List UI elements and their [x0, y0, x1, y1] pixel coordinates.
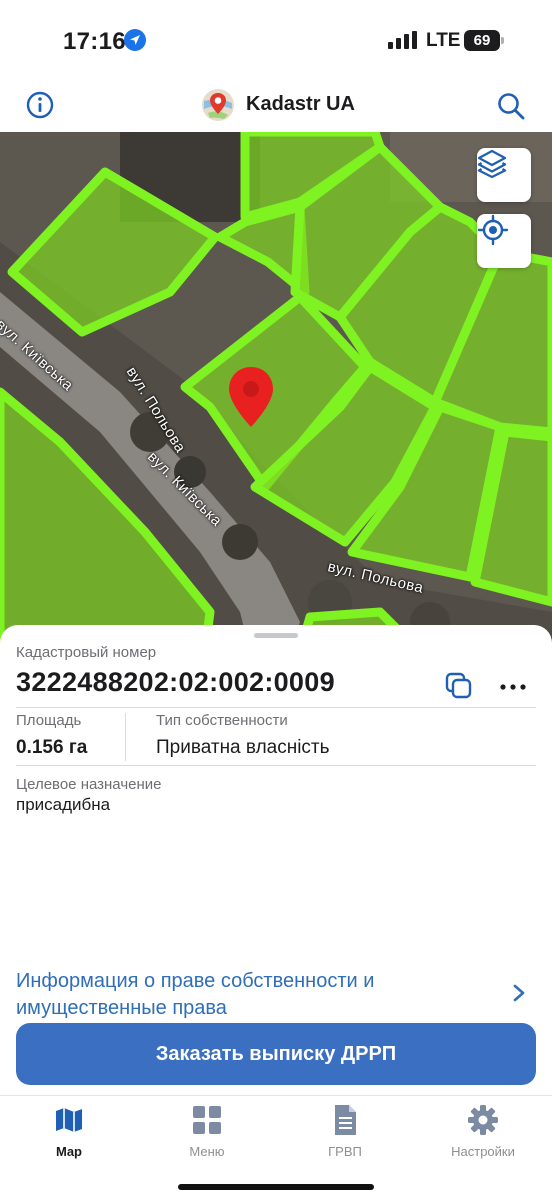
tab-label: Map [56, 1144, 82, 1159]
sheet-grabber[interactable] [254, 633, 298, 638]
battery-level: 69 [464, 30, 500, 51]
tab-grvp[interactable]: ГРВП [295, 1104, 395, 1164]
more-icon[interactable] [498, 677, 528, 697]
tab-menu[interactable]: Меню [157, 1104, 257, 1164]
tab-map[interactable]: Map [19, 1104, 119, 1164]
status-bar: 17:16 LTE 69 [0, 0, 552, 80]
locate-button[interactable] [477, 214, 531, 268]
area-label: Площадь [16, 712, 82, 729]
tab-label: Настройки [451, 1144, 515, 1159]
gear-icon [468, 1105, 498, 1135]
app-header: Kadastr UA [0, 80, 552, 132]
cadastral-label: Кадастровый номер [16, 644, 157, 661]
parcel-info-sheet[interactable]: Кадастровый номер 3222488202:02:002:0009… [0, 625, 552, 1095]
document-icon [335, 1105, 356, 1135]
ownership-value: Приватна власність [156, 737, 330, 758]
network-type: LTE [426, 30, 461, 51]
grid-icon [193, 1106, 221, 1134]
search-icon[interactable] [496, 91, 526, 121]
location-arrow-icon [124, 29, 146, 51]
status-time: 17:16 [63, 28, 126, 55]
tab-settings[interactable]: Настройки [433, 1104, 533, 1164]
ownership-label: Тип собственности [156, 712, 288, 729]
order-extract-button[interactable]: Заказать выписку ДРРП [16, 1023, 536, 1085]
tab-bar: Map Меню ГРВП Настройки [0, 1095, 552, 1200]
app-title: Kadastr UA [246, 93, 355, 115]
vertical-divider [125, 713, 126, 761]
purpose-value: присадибна [16, 795, 111, 814]
tab-label: ГРВП [328, 1144, 362, 1159]
home-indicator [178, 1184, 374, 1190]
cadastral-number: 3222488202:02:002:0009 [16, 667, 335, 697]
map-icon [56, 1108, 82, 1132]
app-logo [202, 89, 234, 121]
layers-button[interactable] [477, 148, 531, 202]
divider [16, 765, 536, 766]
chevron-right-icon[interactable] [511, 983, 527, 1003]
layers-icon [477, 149, 507, 178]
info-icon[interactable] [26, 91, 54, 119]
divider [16, 707, 536, 708]
purpose-label: Целевое назначение [16, 776, 162, 793]
map-view[interactable]: вул. Київська вул. Польова вул. Київська… [0, 132, 552, 652]
tab-label: Меню [189, 1144, 225, 1159]
copy-icon[interactable] [444, 671, 474, 701]
battery-icon: 69 [464, 30, 504, 51]
area-value: 0.156 га [16, 737, 88, 758]
rights-info-link[interactable]: Информация о праве собственности и имуще… [16, 968, 476, 1022]
signal-icon [388, 31, 417, 49]
satellite-map [0, 132, 552, 652]
locate-icon [477, 214, 509, 246]
